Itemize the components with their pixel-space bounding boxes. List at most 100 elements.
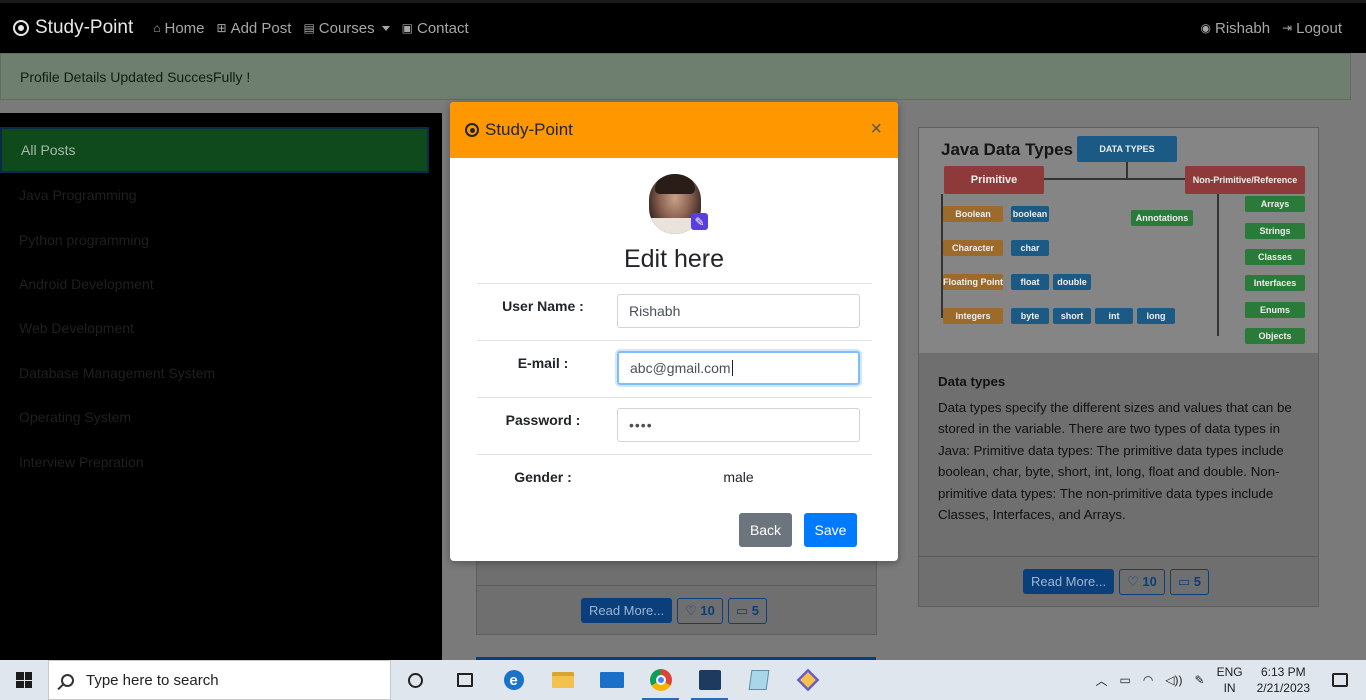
nav-logout-label: Logout — [1296, 19, 1342, 37]
nav-courses[interactable]: ▤ Courses — [303, 20, 390, 37]
clock[interactable]: 6:13 PM 2/21/2023 — [1257, 664, 1310, 696]
username-value: Rishabh — [629, 303, 681, 319]
cortana-icon[interactable] — [391, 660, 440, 700]
windows-logo-icon — [16, 672, 32, 688]
text-cursor — [731, 360, 733, 376]
modal-header: Study-Point × — [450, 102, 898, 158]
nav-user[interactable]: ◉ Rishabh — [1201, 20, 1271, 37]
diagram-double: double — [1053, 274, 1091, 290]
diagram-objects: Objects — [1245, 328, 1305, 344]
modal-title: Study-Point — [465, 120, 573, 140]
edit-heading: Edit here — [623, 245, 725, 273]
password-row: Password : •••• — [477, 397, 872, 454]
lang-bottom: IN — [1223, 681, 1236, 695]
notepad-icon[interactable] — [734, 660, 783, 700]
success-alert: Profile Details Updated SuccesFully ! — [0, 53, 1351, 100]
sidebar-item-dbms[interactable]: Database Management System — [0, 351, 442, 395]
sidebar-item-label: Database Management System — [19, 364, 216, 381]
diagram-long: long — [1137, 308, 1175, 324]
back-button[interactable]: Back — [739, 513, 792, 547]
profile-edit-modal: Study-Point × ✎ Edit here User Name : Ri… — [450, 102, 898, 561]
password-value: •••• — [629, 417, 653, 433]
nav-contact[interactable]: ▣ Contact — [402, 20, 469, 37]
close-icon[interactable]: × — [870, 118, 882, 141]
wifi-icon[interactable]: ◠ — [1143, 673, 1153, 687]
diagram-character-group: Character — [943, 240, 1003, 256]
username-field[interactable]: Rishabh — [617, 294, 860, 328]
nav-add-post-label: Add Post — [230, 19, 292, 37]
diagram-arrays: Arrays — [1245, 196, 1305, 212]
lang-top: ENG — [1216, 665, 1243, 679]
sidebar-item-web[interactable]: Web Development — [0, 306, 442, 350]
taskbar-search[interactable]: Type here to search — [48, 660, 391, 700]
target-icon — [465, 123, 479, 137]
sidebar-item-python[interactable]: Python programming — [0, 217, 442, 261]
battery-icon[interactable]: ▭ — [1119, 673, 1130, 687]
search-icon — [61, 673, 74, 687]
gender-label: Gender : — [514, 469, 572, 485]
virtualbox-icon[interactable] — [783, 660, 832, 700]
sidebar-item-os[interactable]: Operating System — [0, 395, 442, 439]
post-title: Data types — [938, 374, 1006, 389]
like-count: 10 — [1142, 573, 1157, 589]
task-view-icon[interactable] — [440, 660, 489, 700]
chrome-icon[interactable] — [636, 660, 685, 700]
alert-text: Profile Details Updated SuccesFully ! — [20, 69, 251, 85]
sidebar-item-java[interactable]: Java Programming — [0, 173, 442, 217]
diagram-line — [1217, 194, 1219, 336]
sidebar-item-label: Interview Prepration — [19, 453, 144, 470]
nav-add-post[interactable]: ⊞ Add Post — [217, 20, 292, 37]
notification-icon[interactable] — [1332, 673, 1348, 687]
brand-label: Study-Point — [35, 17, 134, 38]
comment-button[interactable]: ▭ 5 — [1169, 568, 1210, 595]
nav-user-label: Rishabh — [1215, 19, 1271, 37]
file-explorer-icon[interactable] — [538, 660, 587, 700]
post-card-data-types: Java Data Types DATA TYPES Primitive Non… — [918, 127, 1319, 607]
sidebar-item-interview[interactable]: Interview Prepration — [0, 439, 442, 483]
edit-icon[interactable]: ✎ — [691, 213, 708, 230]
diagram-non-primitive: Non-Primitive/Reference — [1185, 166, 1305, 194]
modal-title-label: Study-Point — [485, 120, 573, 139]
diagram-floating-group: Floating Point — [943, 274, 1003, 290]
sidebar-item-all-posts[interactable]: All Posts — [0, 127, 429, 173]
comment-button[interactable]: ▭ 5 — [727, 597, 768, 624]
like-button[interactable]: ♡ 10 — [677, 597, 723, 624]
speaker-icon[interactable]: ◁)) — [1165, 673, 1182, 687]
edge-icon[interactable]: e — [489, 660, 538, 700]
brand-link[interactable]: Study-Point — [13, 17, 133, 39]
username-label: User Name : — [502, 298, 584, 314]
email-field[interactable]: abc@gmail.com — [617, 351, 860, 385]
post-card-footer: Read More... ♡ 10 ▭ 5 — [477, 585, 876, 635]
diagram-annotations: Annotations — [1131, 210, 1193, 226]
plus-square-icon: ⊞ — [216, 21, 227, 35]
save-button[interactable]: Save — [804, 513, 857, 547]
sidebar-item-label: Operating System — [19, 409, 132, 426]
diagram-boolean-group: Boolean — [943, 206, 1003, 222]
clock-date: 2/21/2023 — [1256, 681, 1310, 695]
diagram-byte: byte — [1011, 308, 1049, 324]
sidebar-item-label: Android Development — [19, 275, 154, 292]
nav-logout[interactable]: ⇥ Logout — [1282, 20, 1342, 37]
start-button[interactable] — [0, 660, 48, 700]
password-field[interactable]: •••• — [617, 408, 860, 442]
like-button[interactable]: ♡ 10 — [1119, 568, 1165, 595]
gender-value: male — [723, 469, 754, 485]
nav-home[interactable]: ⌂ Home — [153, 20, 204, 37]
diagram-float: float — [1011, 274, 1049, 290]
language-indicator[interactable]: ENG IN — [1217, 664, 1243, 696]
target-icon — [13, 20, 29, 36]
netbeans-icon[interactable] — [685, 660, 734, 700]
diagram-root: DATA TYPES — [1077, 136, 1177, 162]
password-label: Password : — [505, 412, 581, 428]
mail-icon[interactable] — [587, 660, 636, 700]
navbar: Study-Point ⌂ Home ⊞ Add Post ▤ Courses … — [0, 0, 1366, 53]
sidebar-item-android[interactable]: Android Development — [0, 262, 442, 306]
pen-icon[interactable]: ✎ — [1195, 673, 1205, 687]
post-image: Java Data Types DATA TYPES Primitive Non… — [919, 128, 1318, 353]
read-more-button[interactable]: Read More... — [1022, 569, 1115, 594]
sidebar-item-label: Python programming — [19, 231, 149, 248]
chevron-up-icon[interactable]: ︿ — [1095, 672, 1107, 689]
system-tray: ︿ ▭ ◠ ◁)) ✎ ENG IN 6:13 PM 2/21/2023 — [1095, 660, 1366, 700]
clock-time: 6:13 PM — [1260, 665, 1306, 679]
read-more-button[interactable]: Read More... — [580, 598, 673, 623]
